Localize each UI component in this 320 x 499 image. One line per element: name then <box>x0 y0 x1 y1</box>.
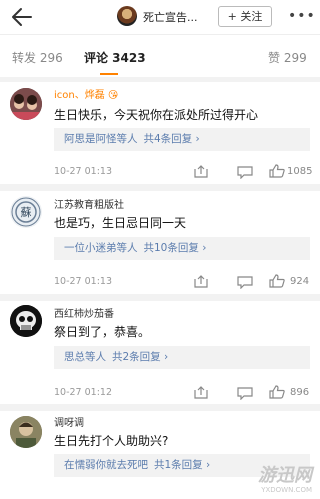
share-icon[interactable] <box>192 386 210 400</box>
comment-username[interactable]: icon、烨磊 😘 <box>54 86 118 101</box>
svg-text:蘇: 蘇 <box>21 206 32 219</box>
more-options-icon[interactable]: ••• <box>288 9 316 23</box>
watermark: 游迅网 YXDOWN.COM <box>258 466 312 495</box>
like-count: 924 <box>290 276 310 287</box>
kiss-emoji-icon: 😘 <box>107 90 119 101</box>
like-icon[interactable] <box>268 385 286 399</box>
avatar[interactable] <box>10 305 42 337</box>
like-icon[interactable] <box>268 274 286 288</box>
follow-button[interactable]: + 关注 <box>218 6 272 27</box>
divider <box>0 404 320 411</box>
active-tab-indicator <box>100 73 118 75</box>
replies-preview[interactable]: 思总等人 共2条回复 › <box>54 346 310 369</box>
avatar[interactable] <box>10 416 42 448</box>
like-count: 896 <box>290 387 310 398</box>
divider <box>0 184 320 191</box>
tab-bar: 转发 296 评论 3423 赞 299 <box>0 35 320 77</box>
comment-text[interactable]: 生日快乐，今天祝你在派处所过得开心 <box>54 106 258 123</box>
divider <box>0 294 320 301</box>
comment-icon[interactable] <box>236 165 254 179</box>
tab-comments[interactable]: 评论 3423 <box>84 49 146 66</box>
replies-preview[interactable]: 一位小迷弟等人 共10条回复 › <box>54 237 310 260</box>
share-icon[interactable] <box>192 275 210 289</box>
comment-username[interactable]: 西红柿炒茄番 <box>54 305 114 320</box>
comment-time: 10-27 01:13 <box>54 276 113 287</box>
comment-time: 10-27 01:13 <box>54 166 113 177</box>
replies-preview[interactable]: 阿思是阿怪等人 共4条回复 › <box>54 128 310 151</box>
author-avatar[interactable] <box>117 6 137 26</box>
watermark-logo: 游迅网 <box>258 465 312 486</box>
tab-reposts[interactable]: 转发 296 <box>12 49 63 66</box>
like-count: 1085 <box>287 166 313 177</box>
comment-time: 10-27 01:12 <box>54 387 113 398</box>
comment-text[interactable]: 也是巧，生日忌日同一天 <box>54 214 186 231</box>
comment-icon[interactable] <box>236 386 254 400</box>
avatar[interactable] <box>10 88 42 120</box>
comment-username[interactable]: 江苏教育粗版社 <box>54 196 124 211</box>
tab-likes[interactable]: 赞 299 <box>268 49 307 66</box>
comment-text[interactable]: 祭日到了，恭喜。 <box>54 323 150 340</box>
back-arrow-icon[interactable] <box>8 5 34 29</box>
divider <box>0 77 320 82</box>
watermark-url: YXDOWN.COM <box>261 486 312 494</box>
share-icon[interactable] <box>192 165 210 179</box>
like-icon[interactable] <box>268 164 286 178</box>
comment-icon[interactable] <box>236 275 254 289</box>
comment-username[interactable]: 调呀调 <box>54 414 84 429</box>
avatar[interactable]: 蘇 <box>10 196 42 228</box>
post-title[interactable]: 死亡宣告... <box>143 9 198 25</box>
top-bar: 死亡宣告... + 关注 ••• <box>0 0 320 34</box>
comment-text[interactable]: 生日先打个人助助兴? <box>54 432 168 449</box>
